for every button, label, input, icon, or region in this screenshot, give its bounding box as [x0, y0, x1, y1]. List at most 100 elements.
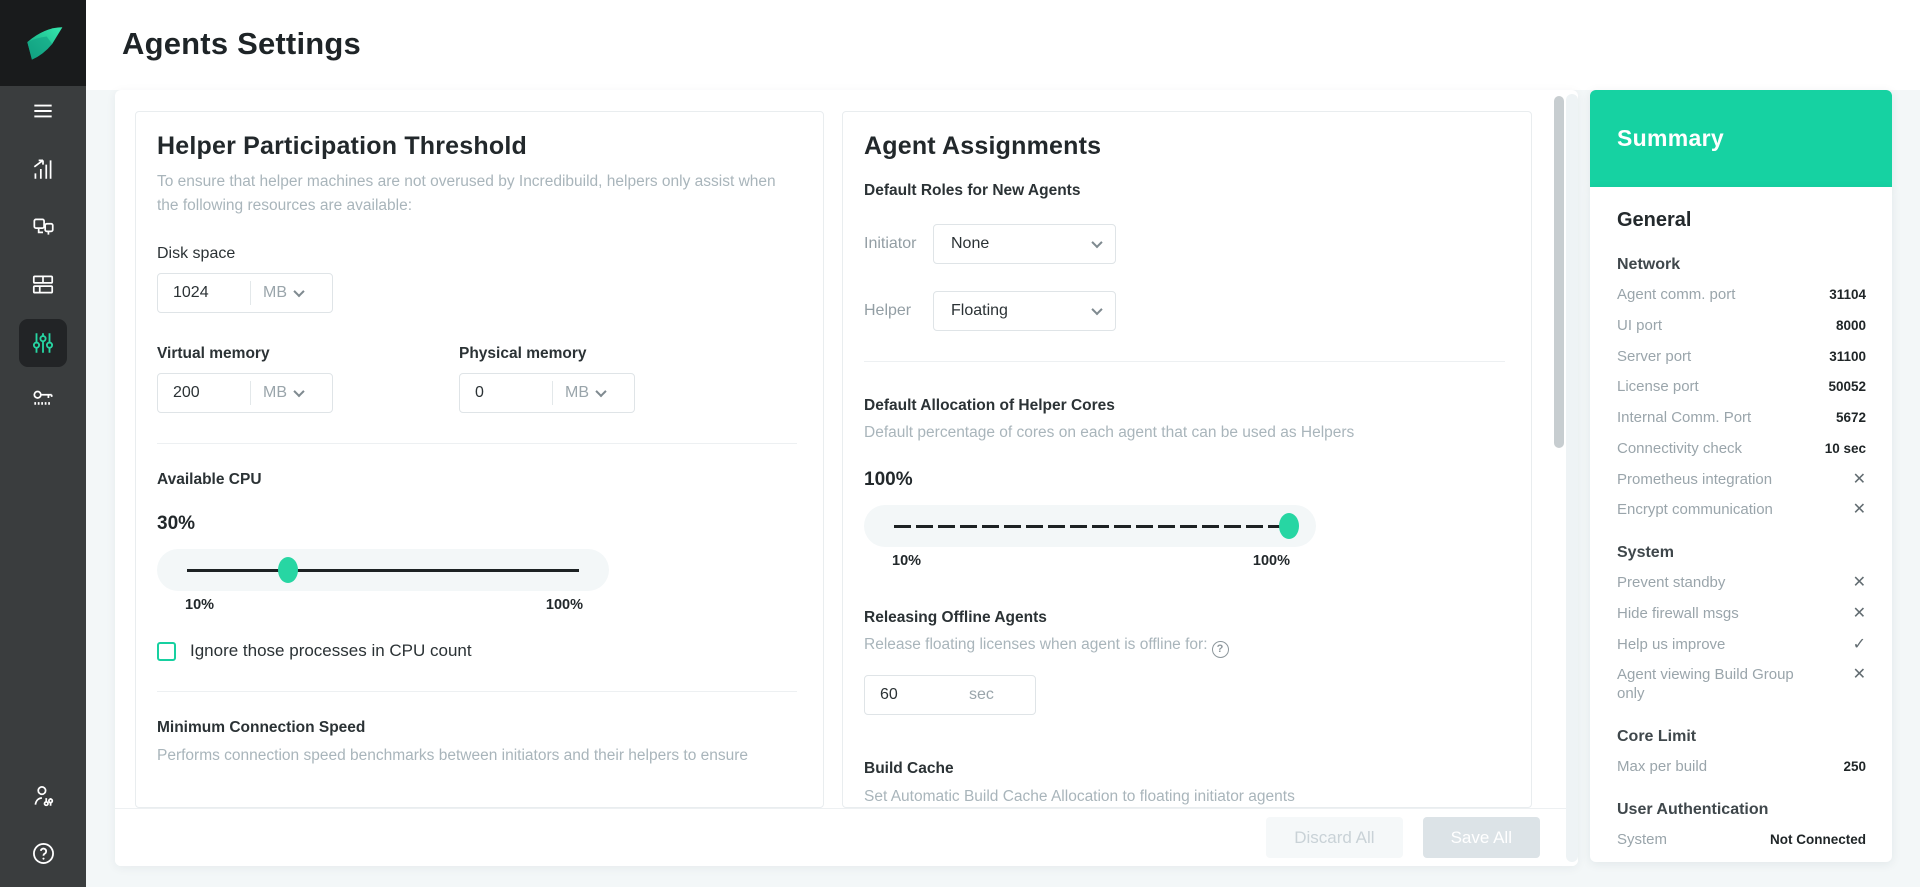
summary-row: System Not Connected	[1617, 831, 1866, 850]
helper-label: Helper	[864, 302, 912, 319]
default-roles-label: Default Roles for New Agents	[864, 182, 1081, 199]
user-settings-icon[interactable]	[19, 772, 67, 820]
physical-memory-input[interactable]	[460, 384, 552, 403]
row-label: License port	[1617, 378, 1699, 396]
disk-space-input[interactable]	[158, 284, 250, 303]
physical-memory-label: Physical memory	[459, 345, 587, 363]
offline-seconds-input[interactable]	[865, 686, 957, 705]
page-title: Agents Settings	[122, 26, 361, 61]
chevron-down-icon[interactable]	[293, 285, 305, 298]
brand-logo[interactable]	[0, 0, 86, 86]
row-check-mark: ✓	[1852, 635, 1866, 653]
row-value: 31104	[1829, 287, 1866, 302]
row-value: 5672	[1835, 410, 1866, 425]
build-cache-description: Set Automatic Build Cache Allocation to …	[864, 788, 1295, 806]
summary-body: General Network Agent comm. port 31104 U…	[1590, 187, 1892, 862]
row-label: Max per build	[1617, 757, 1708, 775]
analytics-icon[interactable]	[19, 145, 67, 193]
settings-sliders-icon[interactable]	[19, 319, 67, 367]
section-divider	[157, 691, 797, 693]
core-allocation-value: 100%	[864, 469, 913, 491]
virtual-memory-unit: MB	[263, 384, 287, 402]
summary-header: Summary	[1590, 90, 1892, 187]
summary-row: Encrypt communication ✕	[1617, 501, 1866, 520]
available-cpu-slider[interactable]	[157, 549, 609, 592]
summary-row: Prometheus integration ✕	[1617, 471, 1866, 490]
helper-participation-card: Helper Participation Threshold To ensure…	[135, 111, 824, 808]
offline-seconds-input-group: sec	[864, 675, 1036, 716]
summary-row: Help us improve ✓	[1617, 636, 1866, 655]
summary-row: Prevent standby ✕	[1617, 574, 1866, 593]
summary-row: Internal Comm. Port 5672	[1617, 409, 1866, 428]
offline-seconds-unit: sec	[969, 686, 994, 704]
initiator-select[interactable]: None	[933, 224, 1116, 264]
builds-icon[interactable]	[19, 203, 67, 251]
summary-panel: Summary General Network Agent comm. port…	[1590, 90, 1892, 862]
agent-assignments-title: Agent Assignments	[864, 132, 1102, 160]
sidebar	[0, 0, 86, 887]
row-value: 31100	[1829, 348, 1866, 364]
core-allocation-slider[interactable]	[864, 505, 1316, 548]
row-label: Hide firewall msgs	[1617, 604, 1739, 622]
slider-knob[interactable]	[1278, 513, 1299, 540]
physical-memory-unit: MB	[565, 384, 589, 402]
row-label: Internal Comm. Port	[1617, 409, 1752, 426]
row-x-mark: ✕	[1852, 666, 1866, 684]
chevron-down-icon[interactable]	[293, 385, 305, 398]
disk-space-unit: MB	[263, 284, 287, 302]
discard-all-button[interactable]: Discard All	[1266, 817, 1403, 858]
helper-participation-description: To ensure that helper machines are not o…	[157, 173, 776, 215]
helper-select[interactable]: Floating	[933, 291, 1116, 331]
row-label: Help us improve	[1617, 635, 1726, 653]
row-label: Agent viewing Build Group only	[1617, 666, 1794, 702]
releasing-offline-description: Release floating licenses when agent is …	[864, 633, 1505, 659]
question-help-icon[interactable]: ?	[1211, 641, 1229, 659]
virtual-memory-input[interactable]	[158, 384, 250, 403]
min-connection-speed-description: Performs connection speed benchmarks bet…	[157, 747, 749, 765]
scrollbar-track[interactable]	[1566, 94, 1578, 862]
help-icon[interactable]	[19, 829, 67, 877]
summary-row: Agent viewing Build Group only ✕	[1617, 666, 1866, 704]
license-key-icon[interactable]	[19, 374, 67, 422]
summary-section-system: System	[1617, 544, 1674, 561]
ignore-processes-label: Ignore those processes in CPU count	[190, 641, 472, 661]
summary-row: Hide firewall msgs ✕	[1617, 605, 1866, 624]
releasing-offline-label: Releasing Offline Agents	[864, 609, 1047, 627]
summary-title: Summary	[1617, 125, 1724, 151]
chevron-down-icon	[1091, 303, 1103, 316]
row-value: 50052	[1828, 379, 1866, 395]
row-x-mark: ✕	[1852, 470, 1866, 488]
available-cpu-label: Available CPU	[157, 471, 262, 489]
row-label: Agent comm. port	[1617, 286, 1736, 303]
ignore-processes-checkbox[interactable]	[157, 641, 176, 661]
slider-track	[187, 569, 579, 573]
row-x-mark: ✕	[1852, 604, 1866, 622]
summary-row: Max per build 250	[1617, 758, 1866, 777]
disk-space-label: Disk space	[157, 245, 236, 263]
incredibuild-logo-icon	[27, 27, 63, 60]
settings-content: Helper Participation Threshold To ensure…	[115, 90, 1578, 866]
row-label: Connectivity check	[1617, 439, 1743, 457]
row-x-mark: ✕	[1852, 501, 1866, 519]
available-cpu-value: 30%	[157, 513, 196, 535]
min-connection-speed-label: Minimum Connection Speed	[157, 719, 366, 737]
dashboard-icon[interactable]	[19, 260, 67, 308]
menu-icon[interactable]	[19, 87, 67, 135]
initiator-label: Initiator	[864, 235, 917, 252]
slider-knob[interactable]	[278, 557, 299, 584]
section-divider	[864, 361, 1505, 362]
core-allocation-description: Default percentage of cores on each agen…	[864, 424, 1355, 441]
summary-row: Server port 31100	[1617, 348, 1866, 367]
slider-track	[894, 525, 1286, 529]
slider-min-label: 10%	[185, 597, 215, 614]
summary-section-user-auth: User Authentication	[1617, 800, 1769, 818]
row-label: Prevent standby	[1617, 574, 1726, 591]
build-cache-label: Build Cache	[864, 760, 954, 778]
slider-max-label: 100%	[545, 597, 583, 614]
chevron-down-icon[interactable]	[595, 385, 607, 398]
scrollbar-thumb[interactable]	[1554, 96, 1564, 448]
summary-row: Connectivity check 10 sec	[1617, 440, 1866, 459]
summary-row: License port 50052	[1617, 378, 1866, 397]
initiator-value: None	[951, 235, 990, 252]
save-all-button[interactable]: Save All	[1422, 817, 1540, 858]
